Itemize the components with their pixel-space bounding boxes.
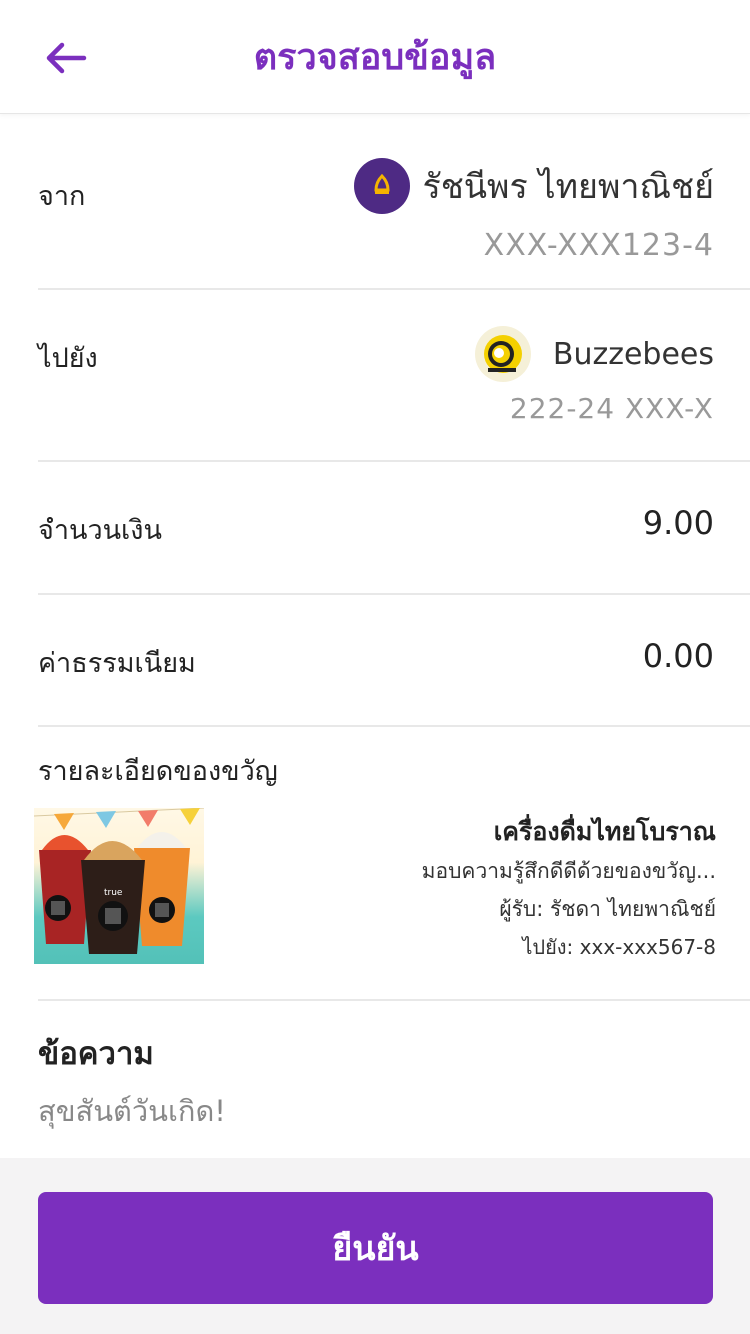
buzzebees-logo-icon — [474, 326, 531, 382]
message-label: ข้อความ — [38, 1036, 154, 1072]
drink-cups-illustration: true — [34, 808, 204, 954]
bank-logo-icon — [354, 158, 411, 214]
page-title: ตรวจสอบข้อมูล — [253, 37, 497, 78]
cup-brand-label: true — [104, 888, 123, 898]
to-account-number: 222-24 XXX-X — [509, 392, 714, 425]
from-account-holder: รัชนีพร ไทยพาณิชย์ — [354, 158, 714, 214]
amount-value: 9.00 — [642, 504, 714, 542]
amount-label: จำนวนเงิน — [38, 515, 162, 546]
from-name: รัชนีพร ไทยพาณิชย์ — [422, 167, 714, 207]
to-name: Buzzebees — [552, 336, 714, 372]
from-row: จาก รัชนีพร ไทยพาณิชย์ XXX-XXX123-4 — [38, 114, 750, 290]
amount-row: จำนวนเงิน 9.00 — [38, 462, 750, 595]
confirm-button[interactable]: ยืนยัน — [38, 1192, 713, 1304]
gift-description: มอบความรู้สึกดีดีด้วยของขวัญ... — [421, 859, 716, 883]
fee-label: ค่าธรรมเนียม — [38, 648, 196, 679]
gift-section-label: รายละเอียดของขวัญ — [38, 756, 278, 787]
to-row: ไปยัง Buzzebees 222-24 XXX-X — [38, 290, 750, 462]
to-label: ไปยัง — [38, 343, 98, 374]
from-label: จาก — [38, 181, 86, 212]
fee-value: 0.00 — [642, 637, 714, 675]
message-text: สุขสันต์วันเกิด! — [38, 1094, 226, 1128]
from-account-number: XXX-XXX123-4 — [483, 228, 714, 263]
gift-destination: ไปยัง: xxx-xxx567-8 — [522, 935, 716, 959]
gift-title: เครื่องดื่มไทยโบราณ — [493, 817, 716, 846]
gift-recipient: ผู้รับ: รัชดา ไทยพาณิชย์ — [499, 897, 716, 921]
fee-row: ค่าธรรมเนียม 0.00 — [38, 595, 750, 727]
gift-image: true — [34, 808, 204, 964]
app-header: ตรวจสอบข้อมูล — [0, 0, 750, 114]
to-account-holder: Buzzebees — [474, 326, 714, 382]
